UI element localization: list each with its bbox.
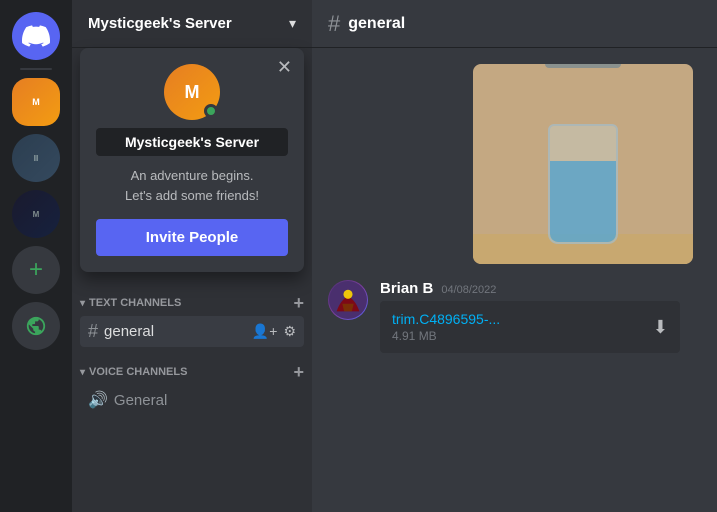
- chat-image-container: [328, 64, 701, 264]
- voice-category-collapse-arrow: ▾: [80, 367, 85, 378]
- invite-people-button[interactable]: Invite People: [96, 219, 288, 256]
- message-timestamp: 04/08/2022: [441, 284, 496, 296]
- add-server-button[interactable]: +: [12, 246, 60, 294]
- invite-to-channel-icon[interactable]: 👤+: [252, 323, 278, 340]
- attachment-name: trim.C4896595-...: [392, 311, 500, 327]
- channel-item-general[interactable]: # general 👤+ ⚙: [80, 316, 304, 347]
- user-avatar: [328, 280, 368, 320]
- server-header[interactable]: Mysticgeek's Server ▾: [72, 0, 312, 48]
- main-content: # general: [312, 0, 717, 512]
- add-text-channel-button[interactable]: +: [293, 294, 304, 312]
- channel-action-icons: 👤+ ⚙: [252, 323, 296, 340]
- attachment-size: 4.91 MB: [392, 329, 500, 343]
- popup-close-button[interactable]: ✕: [277, 58, 292, 76]
- message-attachment: trim.C4896595-... 4.91 MB ⬇: [380, 301, 680, 353]
- category-collapse-arrow: ▾: [80, 298, 85, 309]
- server-popup-card: ✕ M Mysticgeek's Server An adventure beg…: [80, 48, 304, 272]
- channel-name-label: general: [104, 323, 246, 340]
- voice-channel-item-general[interactable]: 🔊 General: [80, 385, 304, 415]
- server-dropdown-chevron: ▾: [289, 15, 296, 32]
- add-voice-channel-button[interactable]: +: [293, 363, 304, 381]
- channel-settings-icon[interactable]: ⚙: [283, 323, 296, 340]
- voice-channels-label: VOICE CHANNELS: [89, 366, 187, 378]
- message-row: Brian B 04/08/2022 trim.C4896595-... 4.9…: [328, 280, 701, 353]
- text-channels-label: TEXT CHANNELS: [89, 297, 181, 309]
- channel-header: # general: [312, 0, 717, 48]
- download-button[interactable]: ⬇: [653, 317, 668, 338]
- message-username: Brian B: [380, 280, 433, 297]
- popup-server-name: Mysticgeek's Server: [96, 128, 288, 156]
- server-icon-1[interactable]: M: [12, 78, 60, 126]
- channel-header-hash-icon: #: [328, 11, 340, 37]
- channel-sidebar: Mysticgeek's Server ▾ ✕ M Mysticgeek's S…: [72, 0, 312, 512]
- server-divider: [20, 68, 52, 70]
- voice-channel-icon: 🔊: [88, 390, 108, 410]
- online-status-dot: [204, 104, 218, 118]
- message-header: Brian B 04/08/2022: [380, 280, 701, 297]
- server-name: Mysticgeek's Server: [88, 15, 232, 32]
- channel-header-name: general: [348, 15, 405, 33]
- text-channels-category[interactable]: ▾ TEXT CHANNELS +: [72, 278, 312, 316]
- explore-button[interactable]: [12, 302, 60, 350]
- server-list: M II M +: [0, 0, 72, 512]
- messages-area: Brian B 04/08/2022 trim.C4896595-... 4.9…: [312, 48, 717, 512]
- channel-hash-icon: #: [88, 321, 98, 342]
- chat-image-jar: [473, 64, 693, 264]
- discord-home-button[interactable]: [12, 12, 60, 60]
- voice-channels-category[interactable]: ▾ VOICE CHANNELS +: [72, 347, 312, 385]
- server-icon-3[interactable]: M: [12, 190, 60, 238]
- server-icon-2[interactable]: II: [12, 134, 60, 182]
- message-content: Brian B 04/08/2022 trim.C4896595-... 4.9…: [380, 280, 701, 353]
- popup-subtitle: An adventure begins. Let's add some frie…: [96, 166, 288, 205]
- voice-channel-name-label: General: [114, 392, 296, 409]
